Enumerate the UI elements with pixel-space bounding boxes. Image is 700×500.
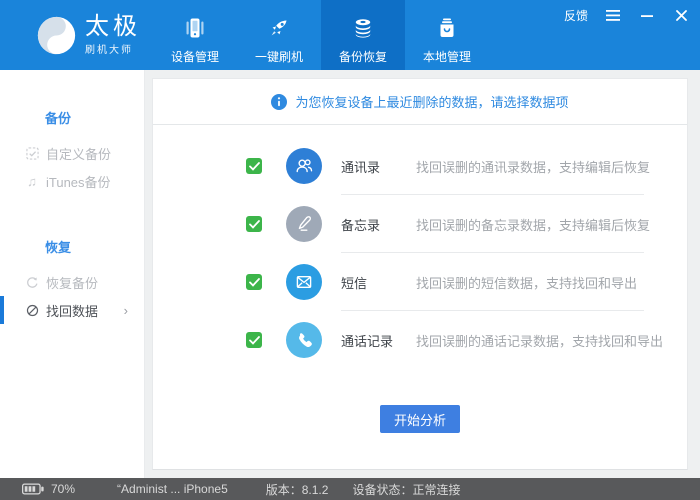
sidebar-item-label: iTunes备份 [46, 172, 111, 191]
close-icon[interactable] [672, 8, 690, 24]
checkbox-square-icon [25, 146, 39, 160]
list-item-call-log: 通话记录 找回误删的通话记录数据，支持找回和导出 [153, 311, 687, 369]
minimize-icon[interactable] [638, 8, 656, 24]
sidebar-item-retrieve-data[interactable]: 找回数据 › [0, 296, 144, 324]
database-icon [350, 13, 376, 43]
tab-backup-restore[interactable]: 备份恢复 [321, 0, 405, 70]
refresh-icon [25, 275, 39, 289]
chevron-right-icon: › [124, 303, 128, 318]
main-content: 为您恢复设备上最近删除的数据，请选择数据项 [145, 70, 700, 478]
phone-icon [182, 13, 208, 43]
sidebar-item-label: 找回数据 [46, 301, 98, 320]
contacts-icon [286, 148, 322, 184]
info-icon [271, 94, 287, 110]
check-icon [249, 162, 260, 171]
app-window: 太极 刷机大师 设备管理 [0, 0, 700, 500]
item-label: 通讯录 [341, 157, 416, 176]
check-icon [249, 278, 260, 287]
bag-icon [434, 13, 460, 43]
list-item-sms: 短信 找回误删的短信数据，支持找回和导出 [153, 253, 687, 311]
sidebar-item-itunes-backup[interactable]: ♫ iTunes备份 [0, 167, 144, 195]
header: 太极 刷机大师 设备管理 [0, 0, 700, 70]
item-label: 短信 [341, 273, 416, 292]
app-logo: 太极 刷机大师 [36, 0, 141, 70]
menu-icon[interactable] [604, 8, 622, 24]
feedback-link[interactable]: 反馈 [564, 7, 588, 24]
sidebar-item-label: 恢复备份 [46, 273, 98, 292]
phone-handset-icon [286, 322, 322, 358]
logo-subtitle: 刷机大师 [85, 41, 141, 56]
item-description: 找回误删的短信数据，支持找回和导出 [416, 273, 637, 292]
device-version: 版本：8.1.2 [266, 481, 329, 498]
rocket-icon [266, 13, 292, 43]
contacts-checkbox[interactable] [246, 158, 262, 174]
music-note-icon: ♫ [25, 174, 39, 188]
item-description: 找回误删的备忘录数据，支持编辑后恢复 [416, 215, 650, 234]
battery-percent: 70% [51, 482, 75, 496]
compass-icon [25, 303, 39, 317]
item-label: 备忘录 [341, 215, 416, 234]
sidebar-item-restore-backup[interactable]: 恢复备份 [0, 268, 144, 296]
banner-text: 为您恢复设备上最近删除的数据，请选择数据项 [295, 92, 568, 111]
item-description: 找回误删的通话记录数据，支持找回和导出 [416, 331, 663, 350]
tab-device-management[interactable]: 设备管理 [153, 0, 237, 70]
status-bar: 70% “Administ ... iPhone5 版本：8.1.2 设备状态：… [0, 478, 700, 500]
item-label: 通话记录 [341, 331, 416, 350]
list-item-memo: 备忘录 找回误删的备忘录数据，支持编辑后恢复 [153, 195, 687, 253]
taiji-logo-icon [36, 15, 77, 56]
tab-label: 设备管理 [171, 48, 219, 65]
tab-label: 备份恢复 [339, 48, 387, 65]
tab-label: 一键刷机 [255, 48, 303, 65]
titlebar-controls: 反馈 [564, 7, 690, 24]
tab-label: 本地管理 [423, 48, 471, 65]
logo-title: 太极 [85, 15, 141, 39]
sms-checkbox[interactable] [246, 274, 262, 290]
battery-icon [22, 483, 44, 495]
tab-local-management[interactable]: 本地管理 [405, 0, 489, 70]
sidebar-section-backup: 备份 [0, 108, 144, 127]
sidebar-item-label: 自定义备份 [46, 144, 111, 163]
start-analysis-button[interactable]: 开始分析 [380, 405, 460, 433]
sms-icon [286, 264, 322, 300]
item-description: 找回误删的通讯录数据，支持编辑后恢复 [416, 157, 650, 176]
check-icon [249, 336, 260, 345]
sidebar-item-custom-backup[interactable]: 自定义备份 [0, 139, 144, 167]
memo-icon [286, 206, 322, 242]
list-item-contacts: 通讯录 找回误删的通讯录数据，支持编辑后恢复 [153, 137, 687, 195]
sidebar-section-restore: 恢复 [0, 237, 144, 256]
memo-checkbox[interactable] [246, 216, 262, 232]
device-name: “Administ ... iPhone5 [117, 482, 228, 496]
content-panel: 为您恢复设备上最近删除的数据，请选择数据项 [152, 78, 688, 470]
call-log-checkbox[interactable] [246, 332, 262, 348]
data-item-list: 通讯录 找回误删的通讯录数据，支持编辑后恢复 [153, 137, 687, 369]
device-status: 设备状态：正常连接 [352, 481, 460, 498]
tab-one-click-flash[interactable]: 一键刷机 [237, 0, 321, 70]
nav-tabs: 设备管理 一键刷机 [153, 0, 489, 70]
sidebar: 备份 自定义备份 ♫ iTunes备份 恢复 [0, 70, 145, 478]
check-icon [249, 220, 260, 229]
info-banner: 为您恢复设备上最近删除的数据，请选择数据项 [153, 79, 687, 125]
